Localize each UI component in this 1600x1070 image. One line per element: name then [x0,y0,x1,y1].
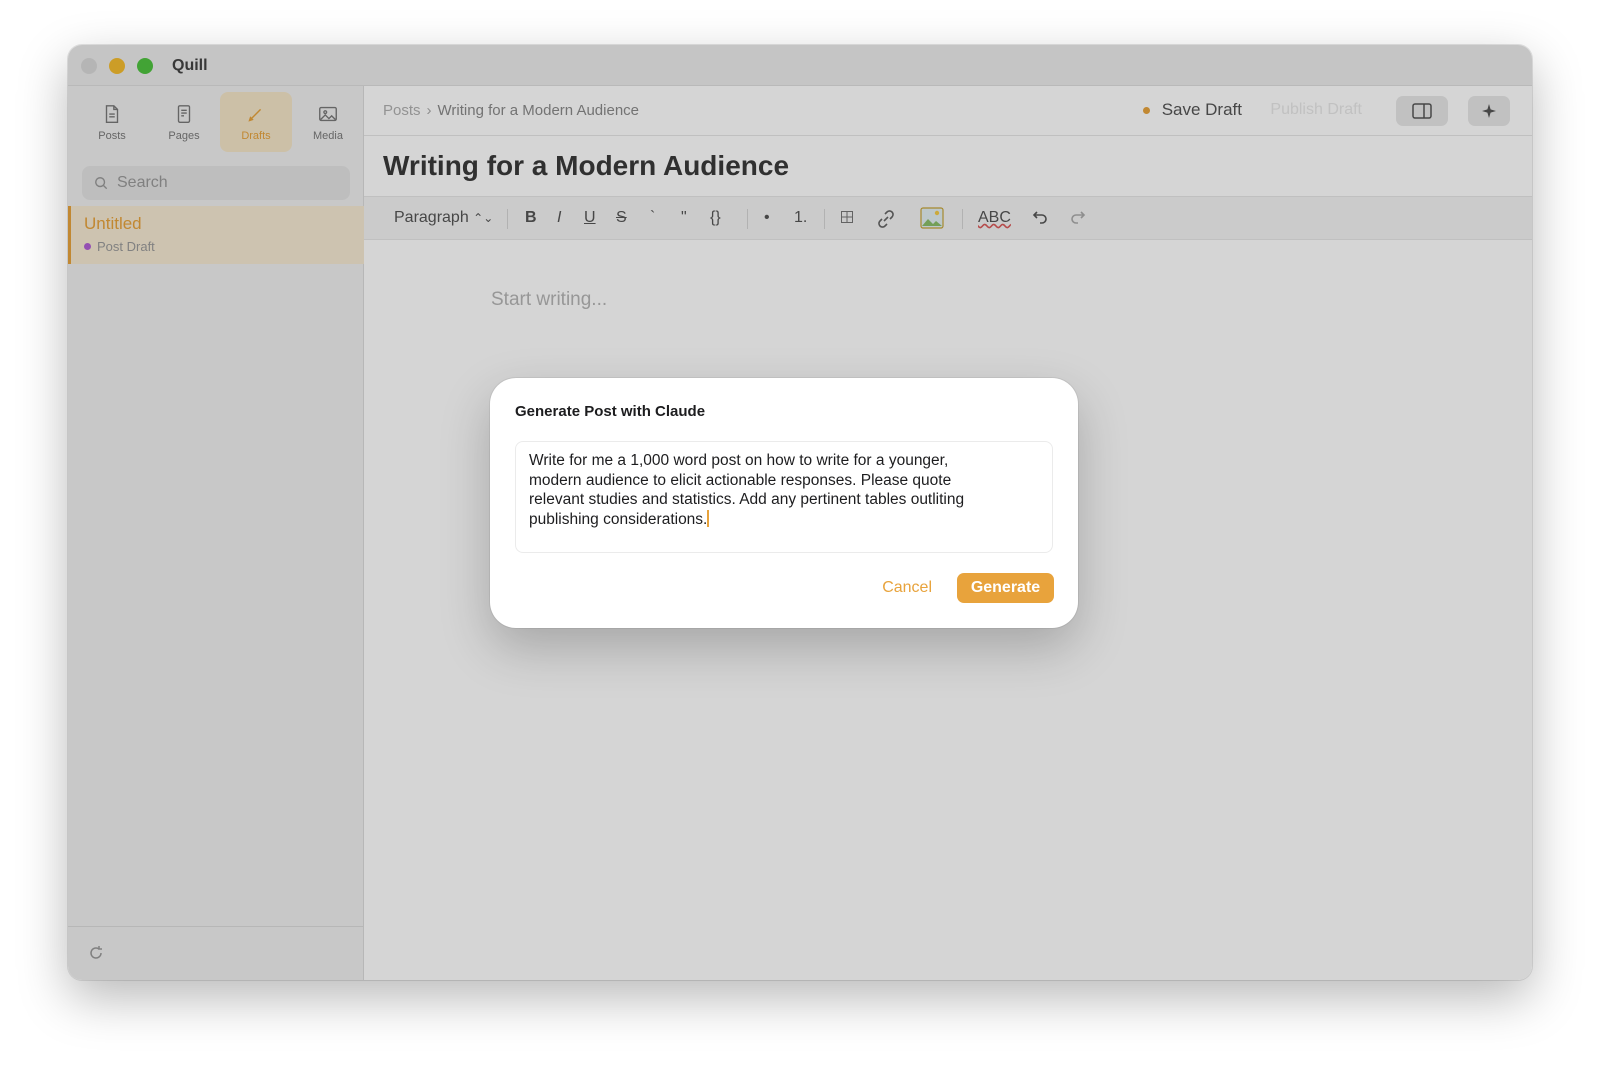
prompt-text: Write for me a 1,000 word post on how to… [529,452,965,529]
generate-button[interactable]: Generate [957,573,1054,603]
dialog-title: Generate Post with Claude [515,403,706,420]
prompt-textarea[interactable]: Write for me a 1,000 word post on how to… [515,441,1053,553]
generate-post-dialog: Generate Post with Claude Write for me a… [490,378,1078,628]
cancel-button[interactable]: Cancel [882,579,932,597]
text-caret [707,510,710,528]
